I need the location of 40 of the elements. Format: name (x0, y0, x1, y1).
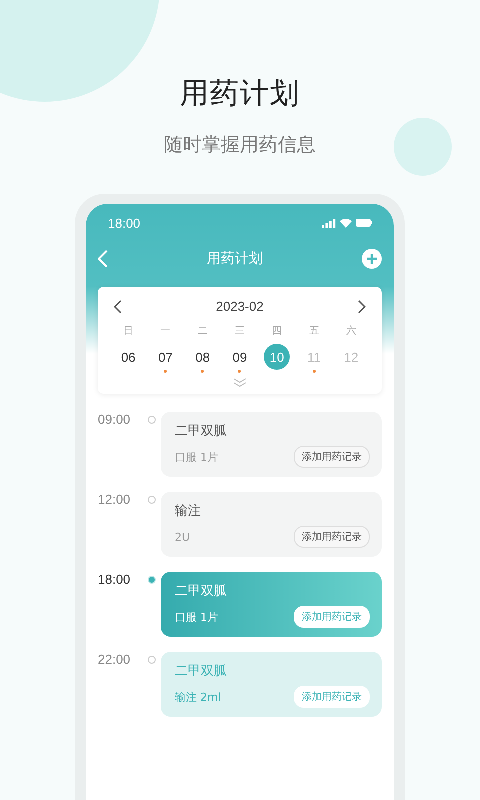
add-icon[interactable] (362, 249, 382, 269)
medication-card[interactable]: 二甲双胍 口服 1片 添加用药记录 (161, 412, 382, 477)
weekday-label: 一 (160, 325, 171, 338)
time-label: 22:00 (98, 652, 132, 667)
time-label: 18:00 (98, 572, 132, 587)
add-record-button[interactable]: 添加用药记录 (294, 526, 370, 548)
time-label: 09:00 (98, 412, 132, 427)
medication-name: 二甲双胍 (175, 583, 228, 600)
month-label: 2023-02 (216, 299, 264, 314)
add-record-button[interactable]: 添加用药记录 (294, 446, 370, 468)
expand-icon[interactable] (233, 378, 247, 388)
subheadline: 随时掌握用药信息 (164, 133, 316, 158)
previous-month-icon[interactable] (114, 300, 122, 314)
medication-card[interactable]: 输注 2U 添加用药记录 (161, 492, 382, 557)
weekday-label: 六 (346, 324, 356, 338)
time-label: 12:00 (98, 492, 132, 507)
next-month-icon[interactable] (358, 300, 366, 314)
headline: 用药计划 (180, 75, 300, 112)
weekday-label: 二 (198, 325, 208, 338)
calendar-day[interactable]: 08 (190, 344, 216, 370)
dose-text: 2U (175, 530, 190, 544)
signal-icon (322, 218, 336, 228)
back-icon[interactable] (98, 250, 108, 268)
dose-text: 口服 1片 (175, 610, 218, 624)
weekday-label: 日 (124, 325, 134, 338)
medication-name: 二甲双胍 (175, 663, 228, 680)
wifi-icon (340, 218, 352, 228)
weekday-label: 三 (234, 325, 245, 338)
medication-name: 输注 (175, 503, 202, 520)
calendar-day[interactable]: 06 (116, 344, 142, 370)
calendar-day[interactable]: 09 (226, 344, 253, 370)
medication-name: 二甲双胍 (175, 423, 228, 440)
dose-text: 口服 1片 (175, 450, 218, 464)
nav-title: 用药计划 (207, 250, 263, 268)
calendar-day[interactable]: 07 (152, 344, 179, 370)
weekday-label: 四 (272, 325, 282, 338)
status-time: 18:00 (108, 216, 141, 230)
weekday-label: 五 (309, 325, 320, 338)
battery-icon (356, 219, 372, 227)
dose-text: 输注 2ml (175, 690, 222, 704)
